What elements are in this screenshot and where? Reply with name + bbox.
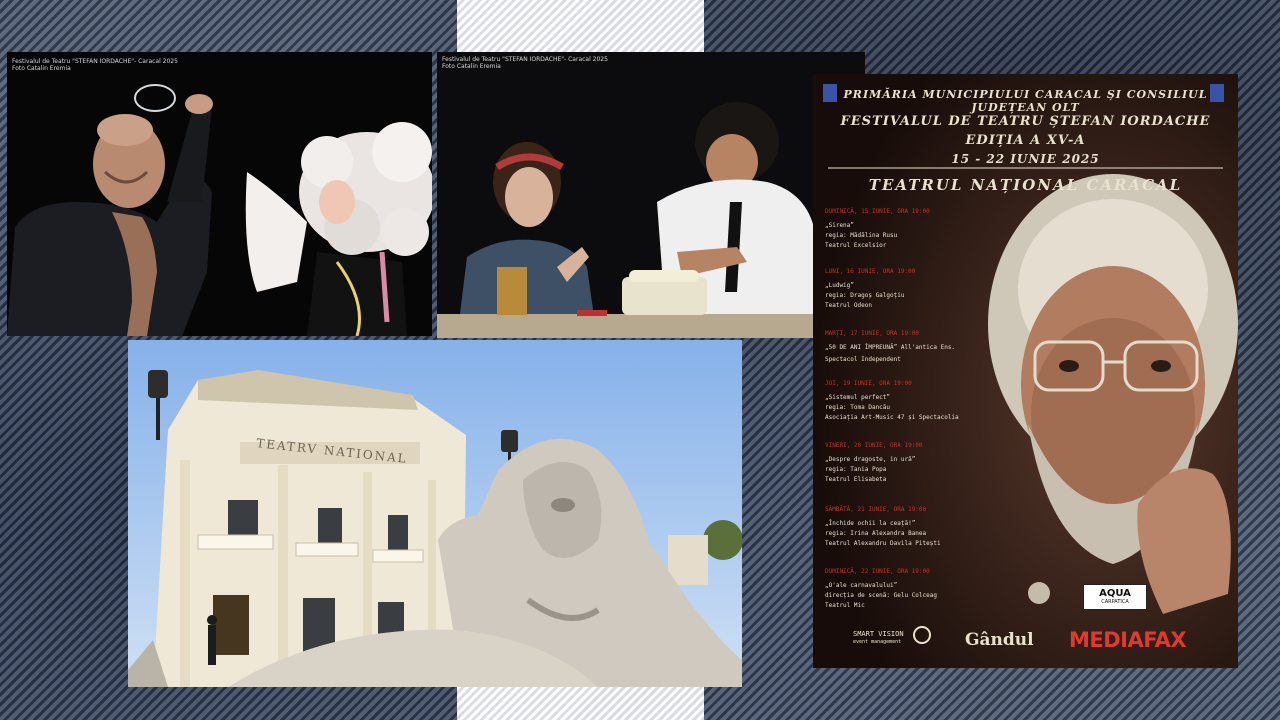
event-day: VINERI, 20 IUNIE, ORA 19:00 bbox=[825, 442, 923, 449]
theatre-scene bbox=[128, 340, 742, 687]
photo-caption-1-line1: Festivalul de Teatru "STEFAN IORDACHE"- … bbox=[12, 58, 178, 65]
event-credit: regia: Irina Alexandra Banea bbox=[825, 530, 927, 537]
event-company: Teatrul Odeon bbox=[825, 302, 872, 309]
actors-scene-2 bbox=[437, 52, 865, 338]
event-credit: direcția de scenă: Gelu Colceag bbox=[825, 592, 937, 599]
event-day: LUNI, 16 IUNIE, ORA 19:00 bbox=[825, 268, 916, 275]
photo-caption-2-line1: Festivalul de Teatru "STEFAN IORDACHE"- … bbox=[442, 56, 608, 63]
aqua-carpatica-logo: AQUA CARPATICA bbox=[1083, 584, 1147, 610]
sponsor-emblem-icon bbox=[1028, 582, 1050, 604]
event-title: „Despre dragoste, in ură” bbox=[825, 456, 916, 463]
event-title: „Închide ochii la ceață!” bbox=[825, 520, 916, 527]
theatre-masks-icon bbox=[913, 626, 931, 644]
poster-dates: 15 - 22 IUNIE 2025 bbox=[951, 152, 1100, 166]
event-title: „O'ale carnavalului” bbox=[825, 582, 898, 589]
photo-theatre-building: TEATRV NATIONAL bbox=[128, 340, 742, 687]
event-day: DUMINICĂ, 15 IUNIE, ORA 19:00 bbox=[825, 208, 930, 215]
poster-venue: TEATRUL NAȚIONAL CARACAL bbox=[868, 176, 1183, 194]
festival-poster: PRIMĂRIA MUNICIPIULUI CARACAL ȘI CONSILI… bbox=[813, 74, 1238, 668]
poster-header: PRIMĂRIA MUNICIPIULUI CARACAL ȘI CONSILI… bbox=[843, 88, 1208, 114]
poster-edition: EDIȚIA A XV-A bbox=[965, 133, 1086, 148]
smart-vision-label: SMART VISION bbox=[853, 630, 904, 638]
photo-caption-2-line2: Foto Catalin Eremia bbox=[442, 63, 501, 70]
event-day: JOI, 19 IUNIE, ORA 19:00 bbox=[825, 380, 912, 387]
photo-caption-1-line2: Foto Catalin Eremia bbox=[12, 65, 71, 72]
event-title: „Sirena” bbox=[825, 222, 854, 229]
gandul-logo: Gândul bbox=[965, 630, 1034, 650]
white-strip-top bbox=[457, 0, 704, 52]
smart-vision-logo: SMART VISION event management bbox=[853, 630, 904, 646]
event-credit: regia: Mădălina Rusu bbox=[825, 232, 898, 239]
smart-vision-sublabel: event management bbox=[853, 639, 902, 645]
event-credit: regia: Toma Dancău bbox=[825, 404, 891, 411]
photo-actors-stage-2: Festivalul de Teatru "STEFAN IORDACHE"- … bbox=[437, 52, 865, 338]
event-credit: regia: Tania Popa bbox=[825, 466, 887, 473]
event-company: Asociația Art-Music 47 și Spectacolia bbox=[825, 414, 959, 421]
event-company: Teatrul Elisabeta bbox=[825, 476, 887, 483]
event-day: SÂMBĂTĂ, 21 IUNIE, ORA 19:00 bbox=[825, 506, 927, 513]
event-company: Teatrul Mic bbox=[825, 602, 865, 609]
event-day: MARȚI, 17 IUNIE, ORA 19:00 bbox=[825, 330, 919, 337]
aqua-label: AQUA bbox=[1099, 588, 1131, 599]
event-title: „Ludwig” bbox=[825, 282, 854, 289]
event-company: Teatrul Excelsior bbox=[825, 242, 887, 249]
poster-festival-name: FESTIVALUL DE TEATRU ȘTEFAN IORDACHE bbox=[840, 114, 1211, 129]
event-day: DUMINICĂ, 22 IUNIE, ORA 19:00 bbox=[825, 568, 930, 575]
aqua-sublabel: CARPATICA bbox=[1101, 599, 1129, 605]
photo-actors-stage-1: Festivalul de Teatru "STEFAN IORDACHE"- … bbox=[7, 52, 432, 336]
photo-caption-2: Festivalul de Teatru "STEFAN IORDACHE"- … bbox=[442, 56, 608, 70]
event-credit: Spectacol Independent bbox=[825, 356, 901, 363]
actors-scene-1 bbox=[7, 52, 432, 336]
event-title: „Sistemul perfect” bbox=[825, 394, 891, 401]
event-credit: regia: Dragoș Galgoțiu bbox=[825, 292, 905, 299]
event-company: Teatrul Alexandru Davila Pitești bbox=[825, 540, 941, 547]
event-title: „50 DE ANI ÎMPREUNĂ” All'antica Ens. bbox=[825, 344, 956, 351]
white-strip-bottom bbox=[457, 687, 704, 720]
photo-caption-1: Festivalul de Teatru "STEFAN IORDACHE"- … bbox=[12, 58, 178, 72]
mediafax-logo: MEDIAFAX bbox=[1069, 628, 1187, 652]
